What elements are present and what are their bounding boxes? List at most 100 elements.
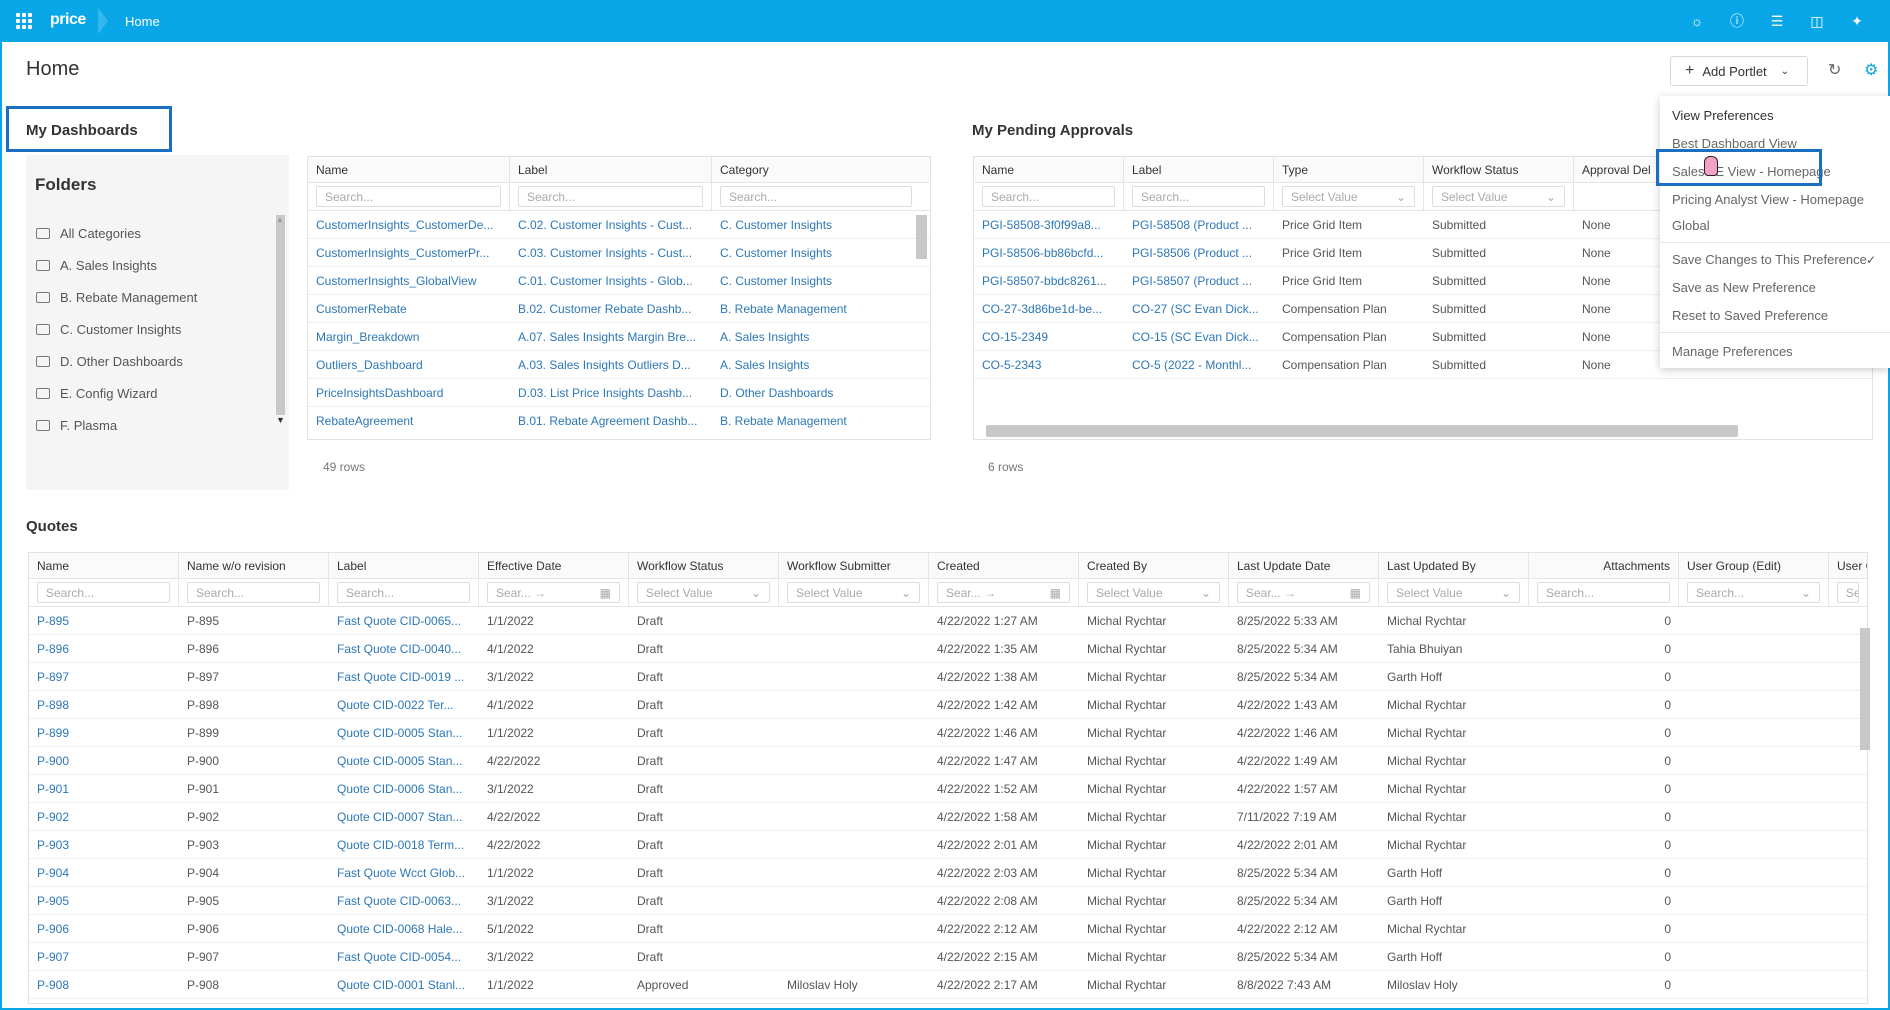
cell[interactable]: P-907 <box>29 943 179 970</box>
cell[interactable]: Fast Quote Wcct Glob... <box>329 859 479 886</box>
column-header[interactable]: Name w/o revision <box>179 553 329 578</box>
cell[interactable]: P-906 <box>29 915 179 942</box>
breadcrumb-home[interactable]: Home <box>125 14 160 29</box>
cell[interactable]: Quote CID-0022 Ter... <box>329 691 479 718</box>
cell[interactable]: CO-27-3d86be1d-be... <box>974 295 1124 322</box>
cell[interactable]: CustomerInsights_CustomerDe... <box>308 211 510 238</box>
search-input[interactable]: Searc <box>1837 582 1859 603</box>
cell[interactable]: Fast Quote CID-0063... <box>329 887 479 914</box>
cell[interactable]: P-902 <box>29 803 179 830</box>
column-header[interactable]: Workflow Status <box>1424 157 1574 182</box>
table-row[interactable]: P-907 P-907 Fast Quote CID-0054... 3/1/2022… <box>29 943 1867 971</box>
cell[interactable]: Fast Quote CID-0065... <box>329 607 479 634</box>
scroll-down-icon[interactable]: ▼ <box>276 415 285 425</box>
cell[interactable]: Quote CID-0005 Stan... <box>329 747 479 774</box>
search-input[interactable]: Search... <box>37 582 170 603</box>
preference-option[interactable]: Global <box>1672 218 1710 233</box>
column-header[interactable]: Label <box>510 157 712 182</box>
table-scrollbar[interactable] <box>916 215 927 259</box>
cell[interactable]: Quote CID-0001 Stanl... <box>329 971 479 998</box>
table-row[interactable]: P-897 P-897 Fast Quote CID-0019 ... 3/1/202… <box>29 663 1867 691</box>
search-input[interactable]: Search... <box>187 582 320 603</box>
column-header[interactable]: Category <box>712 157 930 182</box>
column-header[interactable]: Type <box>1274 157 1424 182</box>
table-row[interactable]: P-904 P-904 Fast Quote Wcct Glob... 1/1/202… <box>29 859 1867 887</box>
table-row[interactable]: CustomerRebate B.02. Customer Rebate Dash… <box>308 295 930 323</box>
cell[interactable]: PGI-58506-bb86bcfd... <box>974 239 1124 266</box>
column-header[interactable]: Effective Date <box>479 553 629 578</box>
column-header[interactable]: Created By <box>1079 553 1229 578</box>
search-input[interactable]: Search... <box>1537 582 1670 603</box>
status-select[interactable]: Select Value ⌄ <box>1432 186 1565 207</box>
bell-icon[interactable]: ☼ <box>1688 12 1706 30</box>
search-input[interactable]: Search... <box>982 186 1115 207</box>
table-row[interactable]: P-896 P-896 Fast Quote CID-0040... 4/1/2022… <box>29 635 1867 663</box>
created-by-select[interactable]: Select Value ⌄ <box>1087 582 1220 603</box>
cell[interactable]: P-905 <box>29 887 179 914</box>
cell[interactable]: P-904 <box>29 859 179 886</box>
cell[interactable]: Quote CID-0018 Term... <box>329 831 479 858</box>
cell[interactable]: Quote CID-0006 Stan... <box>329 775 479 802</box>
cell[interactable]: P-908 <box>29 971 179 998</box>
table-row[interactable]: P-903 P-903 Quote CID-0018 Term... 4/22/202… <box>29 831 1867 859</box>
cell[interactable]: Fast Quote CID-0040... <box>329 635 479 662</box>
column-header[interactable]: User Gr <box>1829 553 1867 578</box>
status-select[interactable]: Select Value ⌄ <box>637 582 770 603</box>
cell[interactable]: Quote CID-0007 Stan... <box>329 803 479 830</box>
column-header[interactable]: Last Update Date <box>1229 553 1379 578</box>
cell[interactable]: Outliers_Dashboard <box>308 351 510 378</box>
cell[interactable]: PGI-58508-3f0f99a8... <box>974 211 1124 238</box>
column-header[interactable]: Label <box>329 553 479 578</box>
column-header[interactable]: Workflow Status <box>629 553 779 578</box>
cell[interactable]: Quote CID-0068 Hale... <box>329 915 479 942</box>
table-row[interactable]: CustomerInsights_CustomerPr... C.03. Cust… <box>308 239 930 267</box>
cell[interactable]: P-896 <box>29 635 179 662</box>
cell[interactable]: CO-15-2349 <box>974 323 1124 350</box>
search-input[interactable]: Search... <box>1132 186 1265 207</box>
logo[interactable]: price <box>50 11 86 29</box>
table-row[interactable]: P-902 P-902 Quote CID-0007 Stan... 4/22/202… <box>29 803 1867 831</box>
cell[interactable]: Quote CID-0005 Stan... <box>329 719 479 746</box>
table-row[interactable]: P-905 P-905 Fast Quote CID-0063... 3/1/2022… <box>29 887 1867 915</box>
folders-scrollbar[interactable] <box>276 215 285 415</box>
cell[interactable]: Fast Quote CID-0054... <box>329 943 479 970</box>
gear-icon[interactable]: ⚙ <box>1864 60 1878 80</box>
column-header[interactable]: Attachments <box>1529 553 1679 578</box>
cell[interactable]: CustomerRebate <box>308 295 510 322</box>
approvals-horizontal-scrollbar[interactable] <box>986 425 1738 437</box>
cell[interactable]: P-897 <box>29 663 179 690</box>
table-row[interactable]: Outliers_Dashboard A.03. Sales Insights O… <box>308 351 930 379</box>
preference-option[interactable]: Pricing Analyst View - Homepage <box>1672 192 1864 207</box>
table-row[interactable]: P-901 P-901 Quote CID-0006 Stan... 3/1/2022… <box>29 775 1867 803</box>
table-row[interactable]: P-895 P-895 Fast Quote CID-0065... 1/1/2022… <box>29 607 1867 635</box>
folder-item[interactable]: B. Rebate Management <box>36 281 197 313</box>
search-input[interactable]: Search... <box>337 582 470 603</box>
cell[interactable]: PGI-58507-bbdc8261... <box>974 267 1124 294</box>
column-header[interactable]: User Group (Edit) <box>1679 553 1829 578</box>
folder-item[interactable]: A. Sales Insights <box>36 249 197 281</box>
table-row[interactable]: PriceInsightsDashboard D.03. List Price I… <box>308 379 930 407</box>
tools-icon[interactable]: ✦ <box>1848 12 1866 30</box>
cell[interactable]: P-895 <box>29 607 179 634</box>
updated-by-select[interactable]: Select Value ⌄ <box>1387 582 1520 603</box>
search-input[interactable]: Search... <box>720 186 912 207</box>
column-header[interactable]: Name <box>308 157 510 182</box>
type-select[interactable]: Select Value ⌄ <box>1282 186 1415 207</box>
cell[interactable]: P-901 <box>29 775 179 802</box>
cell[interactable]: CustomerInsights_GlobalView <box>308 267 510 294</box>
table-row[interactable]: P-906 P-906 Quote CID-0068 Hale... 5/1/2022… <box>29 915 1867 943</box>
save-changes-option[interactable]: Save Changes to This Preference <box>1672 252 1867 267</box>
cell[interactable]: P-903 <box>29 831 179 858</box>
quotes-scrollbar[interactable] <box>1860 628 1870 750</box>
refresh-icon[interactable]: ↻ <box>1828 60 1841 80</box>
date-range-input[interactable]: Sear... → ▦ <box>487 582 620 603</box>
table-row[interactable]: P-908 P-908 Quote CID-0001 Stanl... 1/1/202… <box>29 971 1867 999</box>
help-icon[interactable]: ⓘ <box>1728 12 1746 30</box>
sliders-icon[interactable]: ☰ <box>1768 12 1786 30</box>
folder-item[interactable]: C. Customer Insights <box>36 313 197 345</box>
table-row[interactable]: P-898 P-898 Quote CID-0022 Ter... 4/1/2022 D… <box>29 691 1867 719</box>
column-header[interactable]: Name <box>29 553 179 578</box>
folder-item[interactable]: D. Other Dashboards <box>36 345 197 377</box>
add-portlet-button[interactable]: + Add Portlet ⌄ <box>1670 56 1808 86</box>
cell[interactable]: PriceInsightsDashboard <box>308 379 510 406</box>
